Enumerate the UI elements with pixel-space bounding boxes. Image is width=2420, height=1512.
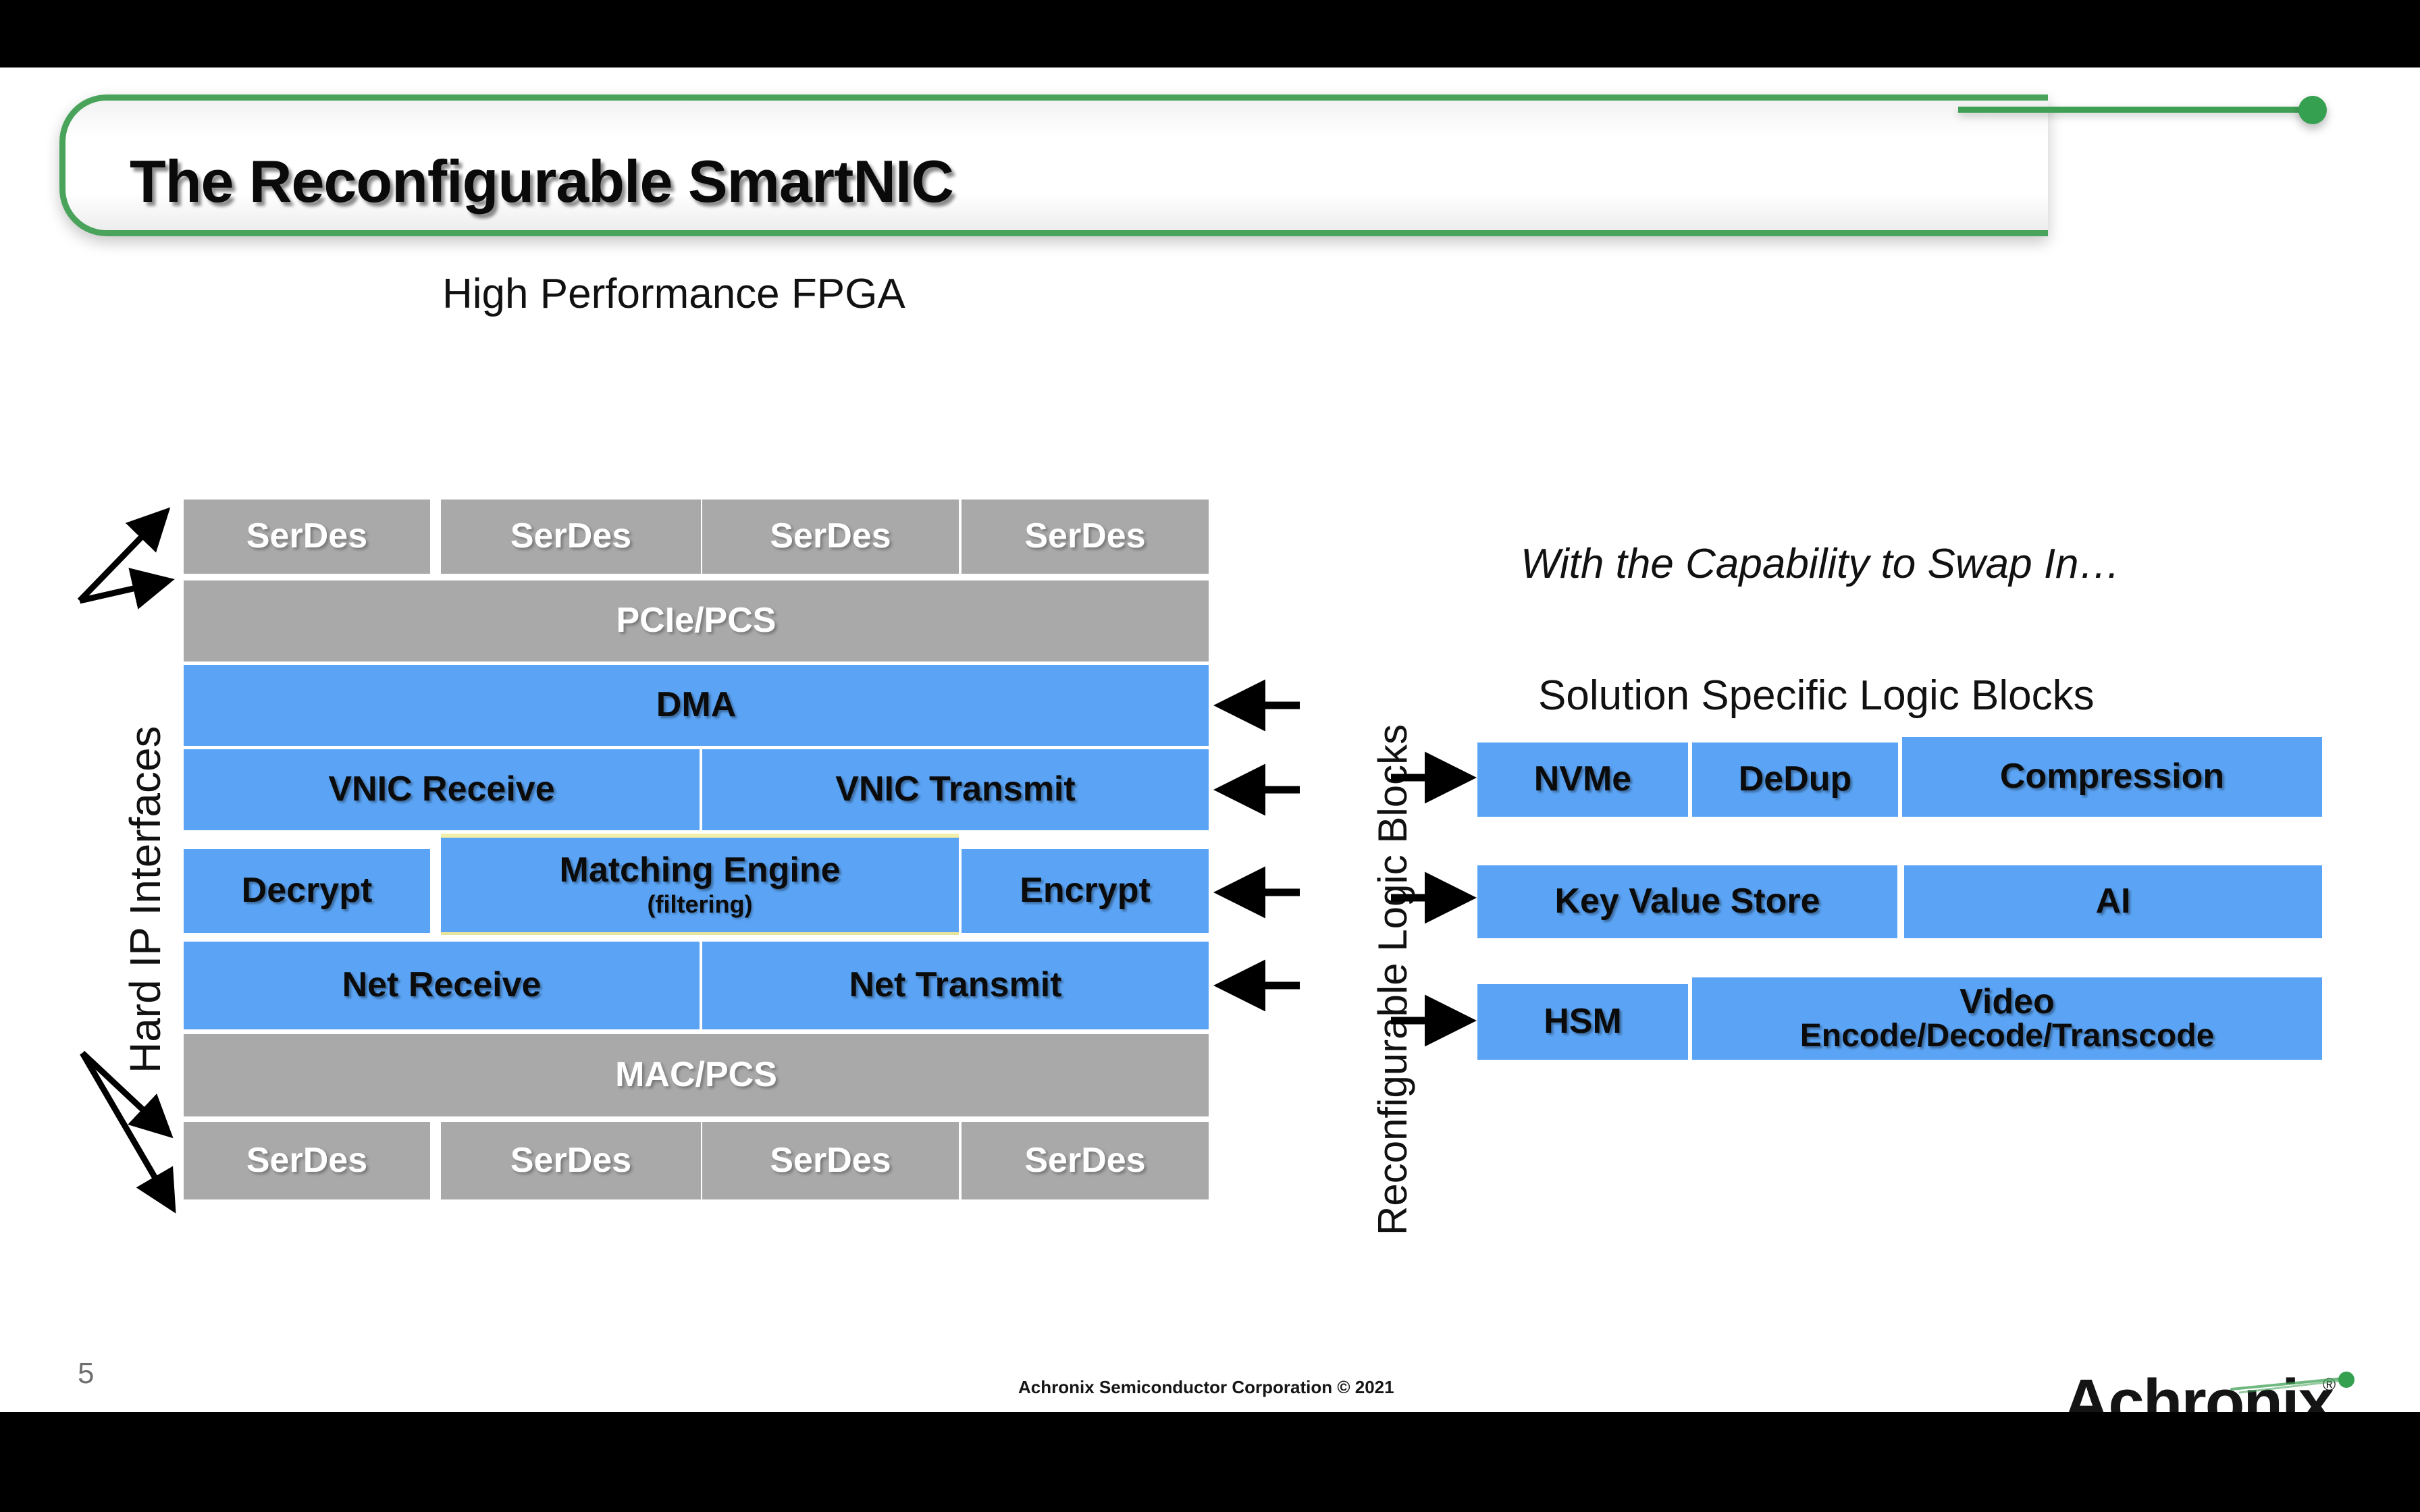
reconfigurable-logic-blocks-label: Reconfigurable Logic Blocks [1370,724,1415,1235]
block-label: DMA [656,685,737,725]
solution-block-video: Video Encode/Decode/Transcode [1692,977,2322,1060]
letterbox-bottom [0,1412,2420,1512]
solution-block-nvme: NVMe [1477,742,1688,817]
logo-swoosh-icon [2230,1372,2355,1394]
block-label: SerDes [246,516,368,556]
block-label: Video [1959,982,2055,1021]
block-label: SerDes [1024,516,1146,556]
block-label: HSM [1544,1002,1622,1042]
block-label: Decrypt [241,871,373,911]
serdes-bottom-4: SerDes [962,1122,1209,1199]
decrypt-block: Decrypt [184,849,430,933]
vnic-transmit-block: VNIC Transmit [702,749,1209,830]
net-receive-block: Net Receive [184,942,700,1029]
block-sublabel: (filtering) [647,890,753,919]
block-label: Matching Engine [559,850,841,890]
solution-block-compression: Compression [1902,737,2322,817]
block-label: SerDes [510,1140,632,1180]
block-sublabel: Encode/Decode/Transcode [1799,1018,2215,1054]
slide-canvas: The Reconfigurable SmartNIC High Perform… [0,68,2420,1412]
block-label: Compression [1999,757,2225,796]
block-label: NVMe [1533,759,1632,799]
block-label: DeDup [1738,759,1852,799]
block-label: SerDes [770,516,891,556]
achronix-logo: Achronix ® Data Acceleration [2063,1370,2373,1412]
block-label: SerDes [1024,1140,1146,1180]
block-label: Key Value Store [1554,882,1820,921]
block-label: Encrypt [1020,871,1151,911]
swap-in-caption: With the Capability to Swap In… [1521,541,2121,587]
solution-block-key-value-store: Key Value Store [1477,865,1897,938]
hard-ip-interfaces-label: Hard IP Interfaces [121,726,169,1073]
solution-block-ai: AI [1904,865,2322,938]
reconfigurable-left-arrows [1213,679,1300,1012]
serdes-top-1: SerDes [184,500,430,574]
serdes-bottom-1: SerDes [184,1122,430,1199]
fpga-heading: High Performance FPGA [442,271,905,317]
serdes-top-2: SerDes [441,500,701,574]
block-label: Net Transmit [849,965,1062,1005]
block-label: Net Receive [342,965,542,1005]
block-label: VNIC Receive [328,770,555,809]
serdes-bottom-3: SerDes [702,1122,959,1199]
block-label: PCIe/PCS [616,601,777,641]
block-label: VNIC Transmit [835,770,1076,809]
page-title: The Reconfigurable SmartNIC [130,148,954,215]
serdes-bottom-2: SerDes [441,1122,701,1199]
solution-block-hsm: HSM [1477,984,1688,1060]
solution-block-dedup: DeDup [1692,742,1898,817]
serdes-top-4: SerDes [962,500,1209,574]
dma-block: DMA [184,665,1209,746]
hard-ip-upper-arrows [77,507,175,610]
block-label: MAC/PCS [615,1055,777,1095]
hard-ip-lower-arrows [80,1050,176,1214]
copyright-notice: Achronix Semiconductor Corporation © 202… [1018,1377,1394,1397]
encrypt-block: Encrypt [962,849,1209,933]
block-label: AI [2095,882,2131,921]
pcie-pcs-block: PCIe/PCS [184,580,1209,662]
page-number: 5 [78,1357,95,1390]
title-accent-line [1958,107,2323,113]
block-label: SerDes [510,516,632,556]
block-label: SerDes [246,1140,368,1180]
net-transmit-block: Net Transmit [702,942,1209,1029]
solution-blocks-heading: Solution Specific Logic Blocks [1538,672,2095,719]
letterbox-top [0,0,2420,68]
title-accent-dot [2298,96,2327,124]
vnic-receive-block: VNIC Receive [184,749,700,830]
block-label: SerDes [770,1140,891,1180]
matching-engine-block: Matching Engine (filtering) [441,834,959,935]
serdes-top-3: SerDes [702,500,959,574]
mac-pcs-block: MAC/PCS [184,1034,1209,1116]
